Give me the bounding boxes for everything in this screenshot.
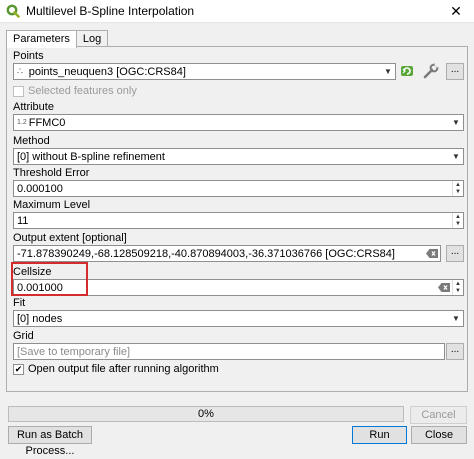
max-level-spinbox[interactable]: 11 ▲ ▼ [13, 212, 464, 229]
numeric-field-icon: 1.2 [17, 119, 27, 126]
fit-value: [0] nodes [17, 312, 63, 325]
method-label: Method [13, 135, 50, 147]
grid-label: Grid [13, 330, 34, 342]
cellsize-label: Cellsize [13, 266, 52, 278]
tab-log[interactable]: Log [75, 30, 109, 47]
clear-icon[interactable] [424, 249, 440, 258]
run-batch-button[interactable]: Run as Batch Process... [8, 426, 92, 457]
window-title: Multilevel B-Spline Interpolation [26, 4, 195, 18]
window-close-icon[interactable]: ✕ [446, 3, 466, 20]
tab-parameters[interactable]: Parameters [6, 30, 77, 48]
attribute-value: FFMC0 [28, 116, 66, 129]
points-value: points_neuquen3 [OGC:CRS84] [28, 65, 186, 78]
attribute-select[interactable]: 1.2 FFMC0 ▼ [13, 114, 464, 131]
iterate-features-icon[interactable] [399, 63, 415, 78]
chevron-down-icon: ▼ [384, 67, 392, 76]
method-select[interactable]: [0] without B-spline refinement ▼ [13, 148, 464, 165]
grid-more-button[interactable]: ... [446, 343, 464, 360]
extent-input[interactable]: -71.878390249,-68.128509218,-40.87089400… [13, 245, 441, 262]
point-layer-icon: ∴ [17, 66, 23, 76]
cellsize-input[interactable]: 0.001000 ▲ ▼ [13, 279, 464, 296]
open-output-row[interactable]: ✔ Open output file after running algorit… [13, 363, 219, 375]
cellsize-value: 0.001000 [17, 281, 63, 294]
max-level-value: 11 [17, 214, 29, 227]
close-button[interactable]: Close [411, 426, 467, 444]
extent-more-button[interactable]: ... [446, 245, 464, 262]
method-value: [0] without B-spline refinement [17, 150, 165, 163]
qgis-logo-icon [6, 4, 20, 18]
chevron-down-icon: ▼ [452, 152, 460, 161]
spin-arrows-icon[interactable]: ▲ ▼ [452, 213, 463, 228]
parameters-panel: Points ∴ points_neuquen3 [OGC:CRS84] ▼ .… [6, 46, 468, 392]
threshold-value: 0.000100 [17, 182, 63, 195]
clear-icon[interactable] [436, 283, 452, 292]
selected-features-label: Selected features only [28, 85, 137, 97]
open-output-checkbox[interactable]: ✔ [13, 363, 24, 375]
fit-label: Fit [13, 297, 26, 309]
progress-bar: 0% [8, 406, 404, 422]
points-more-button[interactable]: ... [446, 63, 464, 80]
selected-features-checkbox[interactable] [13, 85, 24, 97]
spin-arrows-icon[interactable]: ▲ ▼ [452, 181, 463, 196]
grid-placeholder: [Save to temporary file] [17, 345, 131, 358]
chevron-down-icon: ▼ [452, 118, 460, 127]
wrench-settings-icon[interactable] [422, 62, 439, 79]
fit-select[interactable]: [0] nodes ▼ [13, 310, 464, 327]
points-select[interactable]: ∴ points_neuquen3 [OGC:CRS84] ▼ [13, 63, 396, 80]
attribute-label: Attribute [13, 101, 54, 113]
spin-arrows-icon[interactable]: ▲ ▼ [452, 280, 463, 295]
points-label: Points [13, 50, 44, 62]
open-output-label: Open output file after running algorithm [28, 363, 219, 375]
max-level-label: Maximum Level [13, 199, 91, 211]
grid-output-input[interactable]: [Save to temporary file] [13, 343, 445, 360]
selected-features-row[interactable]: Selected features only [13, 85, 137, 97]
extent-value: -71.878390249,-68.128509218,-40.87089400… [17, 247, 395, 260]
chevron-down-icon: ▼ [452, 314, 460, 323]
cancel-button[interactable]: Cancel [410, 406, 467, 424]
threshold-spinbox[interactable]: 0.000100 ▲ ▼ [13, 180, 464, 197]
run-button[interactable]: Run [352, 426, 407, 444]
threshold-label: Threshold Error [13, 167, 90, 179]
extent-label: Output extent [optional] [13, 232, 127, 244]
progress-text: 0% [198, 408, 214, 420]
title-bar: Multilevel B-Spline Interpolation ✕ [0, 0, 474, 23]
